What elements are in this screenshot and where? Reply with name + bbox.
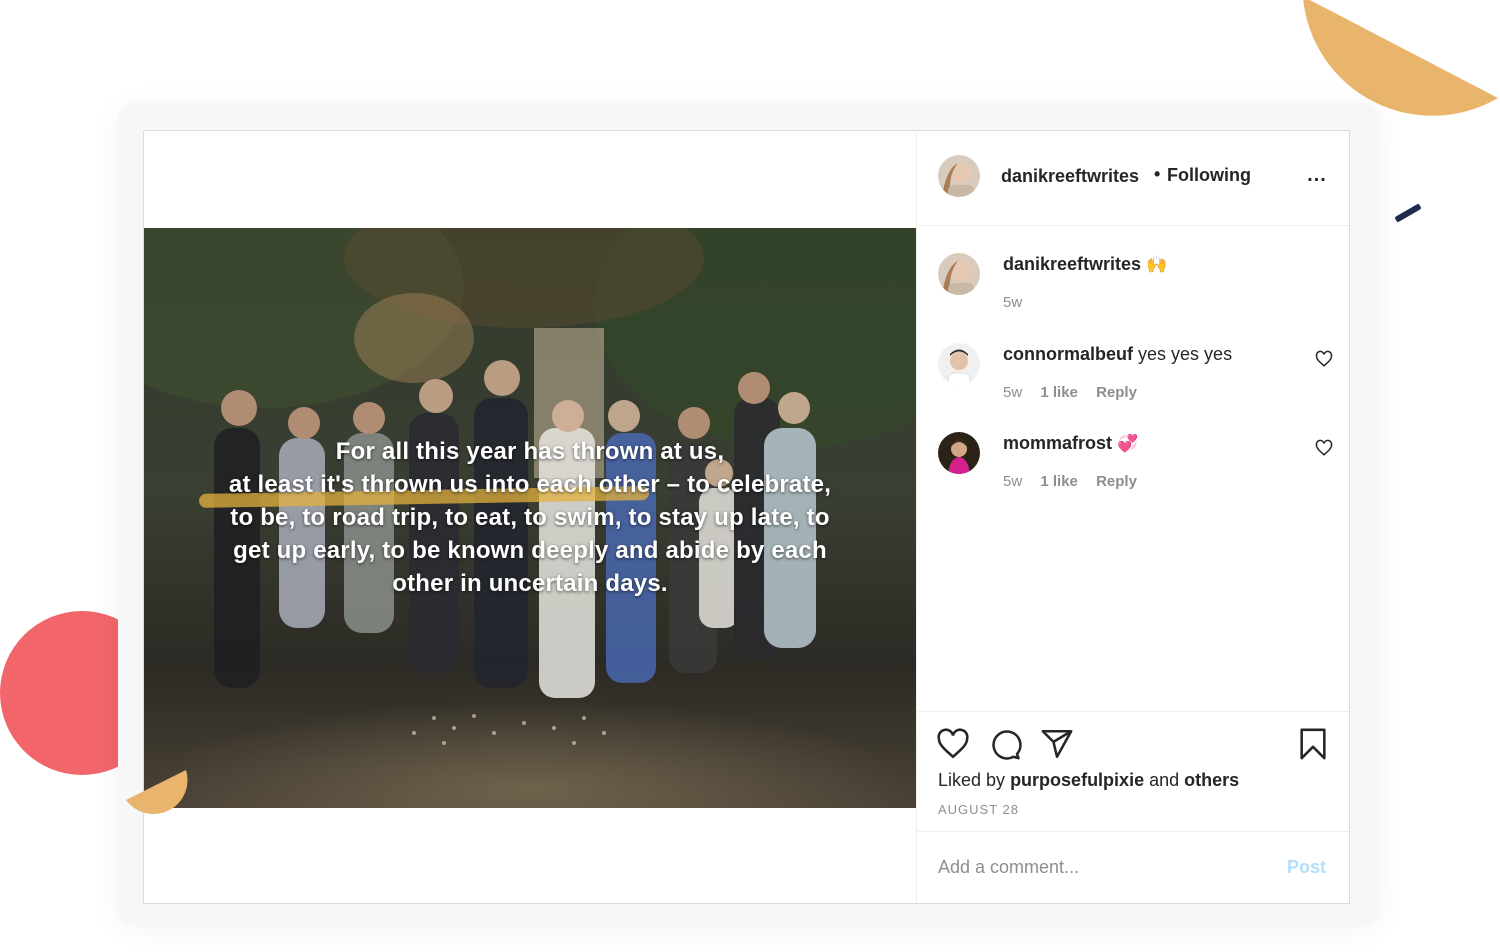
post-side-panel: danikreeftwrites • Following ... danikre… bbox=[917, 131, 1349, 903]
avatar-image bbox=[938, 155, 980, 197]
post-comment-button[interactable]: Post bbox=[1287, 857, 1326, 878]
more-horizontal-icon[interactable]: ... bbox=[1305, 163, 1329, 187]
comment-meta: 5w 1 like Reply bbox=[1003, 384, 1151, 401]
comment-username[interactable]: mommafrost bbox=[1003, 433, 1112, 453]
raising-hands-icon: 🙌 bbox=[1146, 255, 1168, 275]
caption-line: get up early, to be known deeply and abi… bbox=[233, 537, 827, 564]
liked-by-prefix: Liked by bbox=[938, 770, 1006, 790]
avatar[interactable] bbox=[938, 343, 980, 385]
post-date[interactable]: AUGUST 28 bbox=[938, 802, 1019, 817]
caption-line: at least it's thrown us into each other … bbox=[228, 471, 832, 498]
avatar-image bbox=[938, 253, 980, 295]
post-media-area: For all this year has thrown at us, at l… bbox=[144, 131, 917, 903]
post-photo[interactable]: For all this year has thrown at us, at l… bbox=[144, 228, 916, 808]
avatar-image bbox=[938, 343, 980, 385]
comment-text: connormalbeuf yes yes yes bbox=[1003, 344, 1232, 365]
comment-item: danikreeftwrites 🙌 5w bbox=[917, 253, 1349, 333]
post-author-username[interactable]: danikreeftwrites bbox=[1001, 166, 1139, 187]
caption-line: For all this year has thrown at us, bbox=[335, 438, 725, 465]
liked-by-user[interactable]: purposefulpixie bbox=[1010, 770, 1144, 790]
caption-line: other in uncertain days. bbox=[392, 570, 668, 597]
add-comment-bar: Post bbox=[917, 831, 1349, 904]
comment-body: yes yes yes bbox=[1138, 344, 1233, 364]
heart-icon[interactable] bbox=[1315, 350, 1333, 368]
comment-likes[interactable]: 1 like bbox=[1040, 384, 1078, 401]
separator-dot: • bbox=[1154, 164, 1161, 184]
liked-by-others[interactable]: others bbox=[1184, 770, 1239, 790]
heart-icon[interactable] bbox=[1315, 439, 1333, 457]
reply-button[interactable]: Reply bbox=[1096, 473, 1137, 490]
comment-username[interactable]: danikreeftwrites bbox=[1003, 254, 1141, 274]
two-hearts-icon: 💞 bbox=[1117, 434, 1139, 454]
post-header: danikreeftwrites • Following ... bbox=[917, 131, 1349, 226]
comment-input[interactable] bbox=[938, 854, 1258, 880]
comment-text: danikreeftwrites 🙌 bbox=[1003, 254, 1167, 275]
avatar[interactable] bbox=[938, 253, 980, 295]
comment-text: mommafrost 💞 bbox=[1003, 433, 1138, 454]
photo-caption-overlay: For all this year has thrown at us, at l… bbox=[184, 435, 876, 600]
comment-item: mommafrost 💞 5w 1 like Reply bbox=[917, 432, 1349, 512]
caption-line: to be, to road trip, to eat, to swim, to… bbox=[230, 504, 830, 531]
decorative-orange-wedge-small bbox=[126, 770, 188, 815]
comment-username[interactable]: connormalbeuf bbox=[1003, 344, 1133, 364]
comment-age[interactable]: 5w bbox=[1003, 294, 1022, 311]
paper-plane-icon[interactable] bbox=[1040, 727, 1074, 761]
avatar[interactable] bbox=[938, 432, 980, 474]
comment-age[interactable]: 5w bbox=[1003, 473, 1022, 490]
liked-by-and: and bbox=[1149, 770, 1180, 790]
bookmark-icon[interactable] bbox=[1296, 727, 1330, 761]
reply-button[interactable]: Reply bbox=[1096, 384, 1137, 401]
following-button[interactable]: Following bbox=[1167, 165, 1251, 186]
instagram-post: For all this year has thrown at us, at l… bbox=[143, 130, 1350, 904]
comment-icon[interactable] bbox=[988, 727, 1022, 761]
decorative-navy-dash bbox=[1394, 203, 1422, 223]
comment-age[interactable]: 5w bbox=[1003, 384, 1022, 401]
liked-by-line: Liked by purposefulpixie and others bbox=[938, 770, 1239, 791]
comment-meta: 5w 1 like Reply bbox=[1003, 473, 1151, 490]
avatar-image bbox=[938, 432, 980, 474]
heart-icon[interactable] bbox=[936, 727, 970, 761]
comment-likes[interactable]: 1 like bbox=[1040, 473, 1078, 490]
comment-meta: 5w bbox=[1003, 294, 1036, 311]
comment-item: connormalbeuf yes yes yes 5w 1 like Repl… bbox=[917, 343, 1349, 423]
post-actions: Liked by purposefulpixie and others AUGU… bbox=[917, 711, 1349, 832]
avatar[interactable] bbox=[938, 155, 980, 197]
